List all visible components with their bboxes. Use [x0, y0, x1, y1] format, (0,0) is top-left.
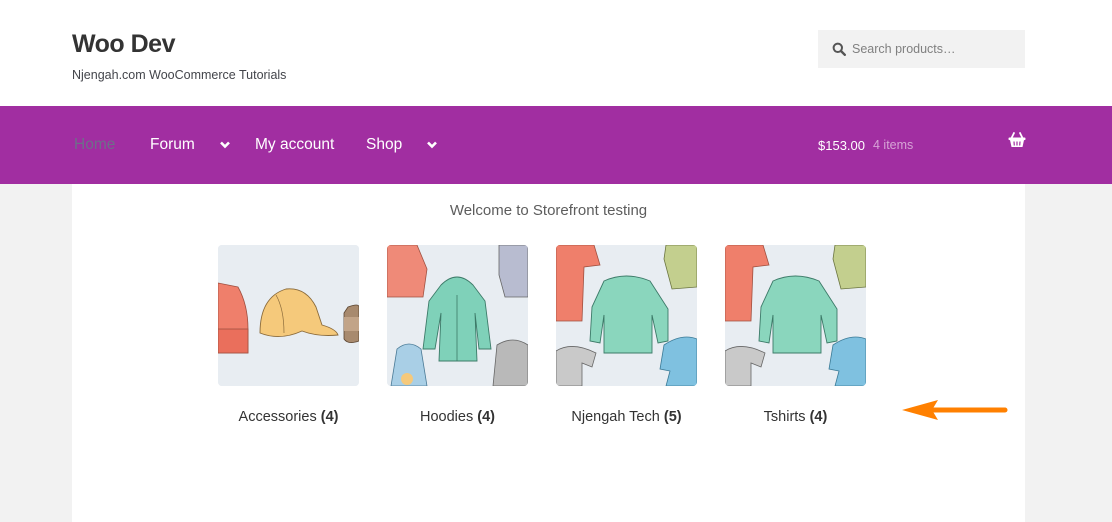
nav-item-shop[interactable]: Shop — [366, 106, 438, 184]
nav-label: Forum — [150, 136, 195, 153]
category-card-accessories[interactable]: Accessories (4) — [218, 245, 359, 425]
cart-total: $153.00 — [818, 137, 865, 153]
main-content: Welcome to Storefront testing Accessorie… — [72, 184, 1025, 522]
primary-navigation: Home Forum My account Shop $153.00 4 ite… — [0, 106, 1112, 184]
cart-count: 4 items — [873, 138, 914, 152]
nav-label: Shop — [366, 136, 403, 153]
category-image[interactable] — [556, 245, 697, 386]
search-box[interactable] — [818, 30, 1025, 68]
category-image[interactable] — [725, 245, 866, 386]
category-card-tshirts[interactable]: Tshirts (4) — [725, 245, 866, 425]
category-card-njengah-tech[interactable]: Njengah Tech (5) — [556, 245, 697, 425]
site-header: Woo Dev Njengah.com WooCommerce Tutorial… — [0, 0, 1112, 106]
category-image[interactable] — [387, 245, 528, 386]
cart-summary[interactable]: $153.00 4 items — [818, 106, 913, 184]
nav-label: My account — [255, 136, 335, 153]
category-name: Hoodies — [420, 409, 474, 425]
chevron-down-icon[interactable] — [426, 140, 438, 150]
category-card-hoodies[interactable]: Hoodies (4) — [387, 245, 528, 425]
category-title[interactable]: Tshirts (4) — [685, 409, 906, 425]
basket-icon[interactable] — [1008, 132, 1026, 148]
category-count: (5) — [663, 409, 682, 425]
nav-label: Home — [74, 136, 116, 153]
category-count: (4) — [809, 409, 828, 425]
category-name: Accessories — [238, 409, 317, 425]
search-icon — [832, 42, 846, 56]
arrow-left-annotation — [902, 400, 1008, 420]
category-name: Njengah Tech — [571, 409, 660, 425]
chevron-down-icon[interactable] — [219, 140, 231, 150]
nav-item-my-account[interactable]: My account — [255, 106, 334, 184]
search-input[interactable] — [852, 42, 1022, 56]
category-count: (4) — [477, 409, 495, 425]
category-count: (4) — [320, 409, 339, 425]
site-tagline: Njengah.com WooCommerce Tutorials — [72, 68, 287, 82]
welcome-text: Welcome to Storefront testing — [449, 202, 648, 219]
site-title[interactable]: Woo Dev — [72, 30, 176, 59]
category-image[interactable] — [218, 245, 359, 386]
category-name: Tshirts — [763, 409, 806, 425]
nav-item-forum[interactable]: Forum — [150, 106, 231, 184]
nav-item-home[interactable]: Home — [74, 106, 115, 184]
